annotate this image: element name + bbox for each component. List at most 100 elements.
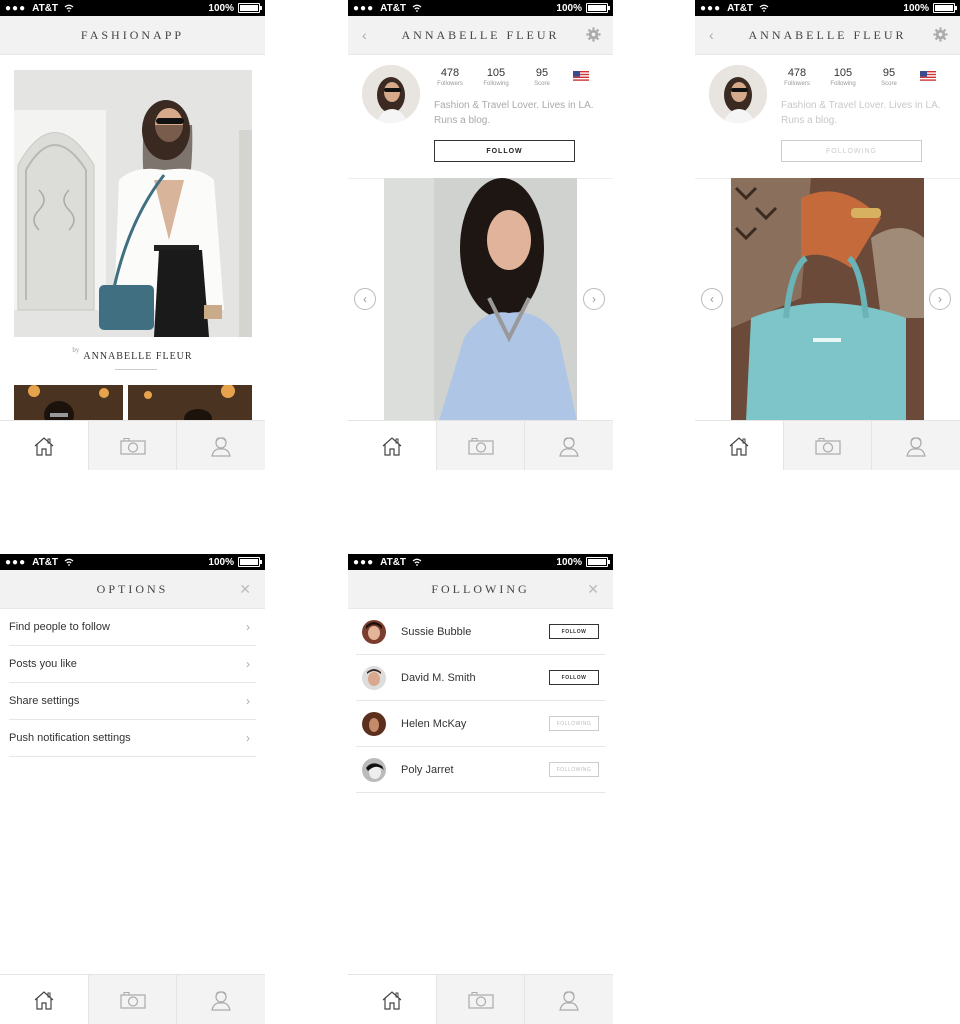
thumb-art	[128, 385, 252, 421]
feed-photo-art	[14, 70, 252, 337]
wifi-icon	[412, 4, 422, 12]
prev-arrow-button[interactable]: ‹	[354, 288, 376, 310]
tab-bar	[0, 420, 265, 470]
tab-profile[interactable]	[176, 421, 265, 470]
options-screen: ●●● AT&T 100% OPTIONS ✕ Find people to fo…	[0, 554, 265, 1024]
next-arrow-button[interactable]: ›	[929, 288, 951, 310]
tab-profile[interactable]	[871, 421, 960, 470]
chevron-right-icon: ›	[246, 657, 250, 671]
follow-button[interactable]: FOLLOW	[434, 140, 575, 162]
prev-arrow-button[interactable]: ‹	[701, 288, 723, 310]
gallery-photo-art	[384, 178, 577, 421]
tab-profile[interactable]	[524, 421, 613, 470]
signal-icon: ●●●	[5, 2, 27, 14]
battery-icon	[586, 3, 610, 13]
carrier-label: AT&T	[380, 2, 407, 14]
gear-icon[interactable]	[933, 27, 948, 42]
tab-camera[interactable]	[435, 421, 525, 470]
person-name[interactable]: Poly Jarret	[401, 764, 549, 776]
list-item[interactable]: Sussie Bubble FOLLOW	[356, 609, 605, 655]
us-flag-icon	[920, 71, 936, 81]
tab-home[interactable]	[348, 421, 436, 470]
avatar[interactable]	[362, 757, 386, 782]
following-title: FOLLOWING	[431, 581, 530, 596]
follow-button[interactable]: FOLLOW	[549, 670, 599, 685]
tab-home[interactable]	[695, 421, 783, 470]
followers-label: Followers	[784, 81, 810, 87]
battery-label: 100%	[208, 556, 234, 568]
following-stat[interactable]: 105 Following	[826, 67, 860, 87]
feed-main-photo[interactable]	[14, 70, 252, 337]
close-icon[interactable]: ✕	[587, 581, 599, 598]
score-stat: 95 Score	[872, 67, 906, 87]
tab-bar	[0, 974, 265, 1024]
tab-home[interactable]	[0, 421, 88, 470]
option-share-settings[interactable]: Share settings ›	[9, 683, 256, 720]
avatar-art	[362, 711, 386, 736]
list-item[interactable]: David M. Smith FOLLOW	[356, 655, 605, 701]
avatar[interactable]	[709, 65, 767, 123]
profile-stats: 478 Followers 105 Following 95 Score	[433, 67, 559, 87]
score-stat: 95 Score	[525, 67, 559, 87]
thumb-art	[14, 385, 123, 421]
tab-camera[interactable]	[435, 975, 525, 1024]
home-icon	[382, 990, 402, 1010]
followers-count: 478	[787, 67, 807, 79]
battery-label: 100%	[903, 2, 929, 14]
us-flag-icon	[573, 71, 589, 81]
next-arrow-button[interactable]: ›	[583, 288, 605, 310]
list-item[interactable]: Helen McKay FOLLOWING	[356, 701, 605, 747]
tab-profile[interactable]	[176, 975, 265, 1024]
following-stat[interactable]: 105 Following	[479, 67, 513, 87]
gear-icon[interactable]	[586, 27, 601, 42]
carrier-label: AT&T	[727, 2, 754, 14]
following-label: Following	[830, 81, 856, 87]
tab-home[interactable]	[0, 975, 88, 1024]
option-find-people[interactable]: Find people to follow ›	[9, 609, 256, 646]
tab-profile[interactable]	[524, 975, 613, 1024]
tab-home[interactable]	[348, 975, 436, 1024]
divider	[115, 369, 157, 370]
followers-stat[interactable]: 478 Followers	[433, 67, 467, 87]
close-icon[interactable]: ✕	[239, 581, 251, 598]
avatar[interactable]	[362, 665, 386, 690]
following-count: 105	[486, 67, 506, 79]
tab-camera[interactable]	[87, 975, 177, 1024]
back-icon[interactable]: ‹	[362, 27, 367, 43]
tab-bar	[348, 420, 613, 470]
gallery-photo[interactable]	[731, 178, 924, 421]
avatar-art	[709, 65, 767, 123]
following-button[interactable]: FOLLOWING	[781, 140, 922, 162]
gallery-photo[interactable]	[384, 178, 577, 421]
tab-camera[interactable]	[87, 421, 177, 470]
follow-button[interactable]: FOLLOW	[549, 624, 599, 639]
chevron-right-icon: ›	[246, 694, 250, 708]
battery-label: 100%	[556, 2, 582, 14]
status-bar: ●●● AT&T 100%	[348, 554, 613, 570]
tab-camera[interactable]	[782, 421, 872, 470]
avatar[interactable]	[362, 711, 386, 736]
feed-thumb-left[interactable]	[14, 385, 123, 421]
option-posts-you-like[interactable]: Posts you like ›	[9, 646, 256, 683]
person-name[interactable]: Helen McKay	[401, 718, 549, 730]
followers-stat[interactable]: 478 Followers	[780, 67, 814, 87]
options-title: OPTIONS	[96, 581, 169, 596]
profile-following-screen: ●●● AT&T 100% ‹ ANNABELLE FLEUR 478 Follow…	[695, 0, 960, 470]
avatar-art	[362, 619, 386, 644]
gallery-photo-art	[731, 178, 924, 421]
avatar[interactable]	[362, 65, 420, 123]
author-name: ANNABELLE FLEUR	[83, 351, 193, 362]
following-button[interactable]: FOLLOWING	[549, 716, 599, 731]
list-item[interactable]: Poly Jarret FOLLOWING	[356, 747, 605, 793]
avatar[interactable]	[362, 619, 386, 644]
author-credit[interactable]: by ANNABELLE FLEUR	[0, 346, 265, 364]
status-bar: ●●● AT&T 100%	[695, 0, 960, 16]
person-name[interactable]: David M. Smith	[401, 672, 549, 684]
following-button[interactable]: FOLLOWING	[549, 762, 599, 777]
feed-thumb-right[interactable]	[128, 385, 252, 421]
back-icon[interactable]: ‹	[709, 27, 714, 43]
options-header: OPTIONS ✕	[0, 570, 265, 609]
option-push-notifications[interactable]: Push notification settings ›	[9, 720, 256, 757]
wifi-icon	[64, 4, 74, 12]
person-name[interactable]: Sussie Bubble	[401, 626, 549, 638]
